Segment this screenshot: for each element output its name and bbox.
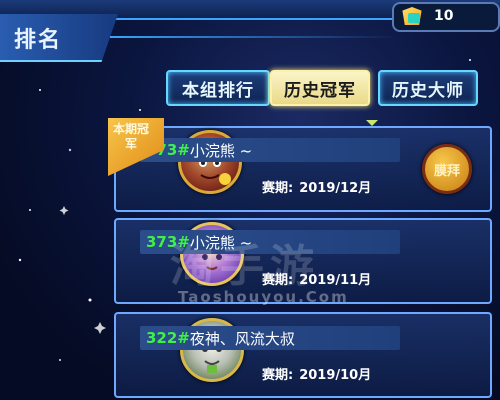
champion-name-bar: 322# 夜神、风流大叔 (140, 326, 400, 350)
currency-display[interactable]: 10 (392, 2, 500, 32)
season-label: 赛期: (262, 368, 294, 383)
current-champion-badge-label: 本期冠军 (112, 122, 149, 151)
season-label: 赛期: (262, 181, 294, 196)
champion-name-bar: 373# 小浣熊 ~ (140, 138, 400, 162)
season-info: 赛期: 2019/12月 (262, 177, 371, 196)
tab-group-ranking[interactable]: 本组排行 (166, 70, 270, 106)
header-divider (110, 36, 400, 38)
season-value: 2019/10月 (299, 368, 372, 383)
tab-bar: 本组排行 历史冠军 历史大师 (0, 70, 500, 106)
currency-amount: 10 (434, 8, 454, 24)
season-info: 赛期: 2019/10月 (262, 364, 371, 383)
champion-name: 小浣熊 ~ (189, 141, 253, 160)
worship-button[interactable]: 膜拜 (422, 144, 472, 194)
tab-history-masters[interactable]: 历史大师 (378, 70, 478, 106)
watermark-logo: 淘手游 (170, 241, 320, 292)
champion-card (114, 312, 492, 398)
page-title: 排名 (14, 28, 63, 53)
season-value: 2019/12月 (299, 181, 372, 196)
champion-rank: 322# (146, 329, 190, 347)
tab-history-champions[interactable]: 历史冠军 (270, 70, 370, 106)
gem-icon (408, 13, 420, 23)
champion-name: 夜神、风流大叔 (189, 329, 295, 348)
watermark-url: Taoshouyou.Com (178, 288, 349, 306)
